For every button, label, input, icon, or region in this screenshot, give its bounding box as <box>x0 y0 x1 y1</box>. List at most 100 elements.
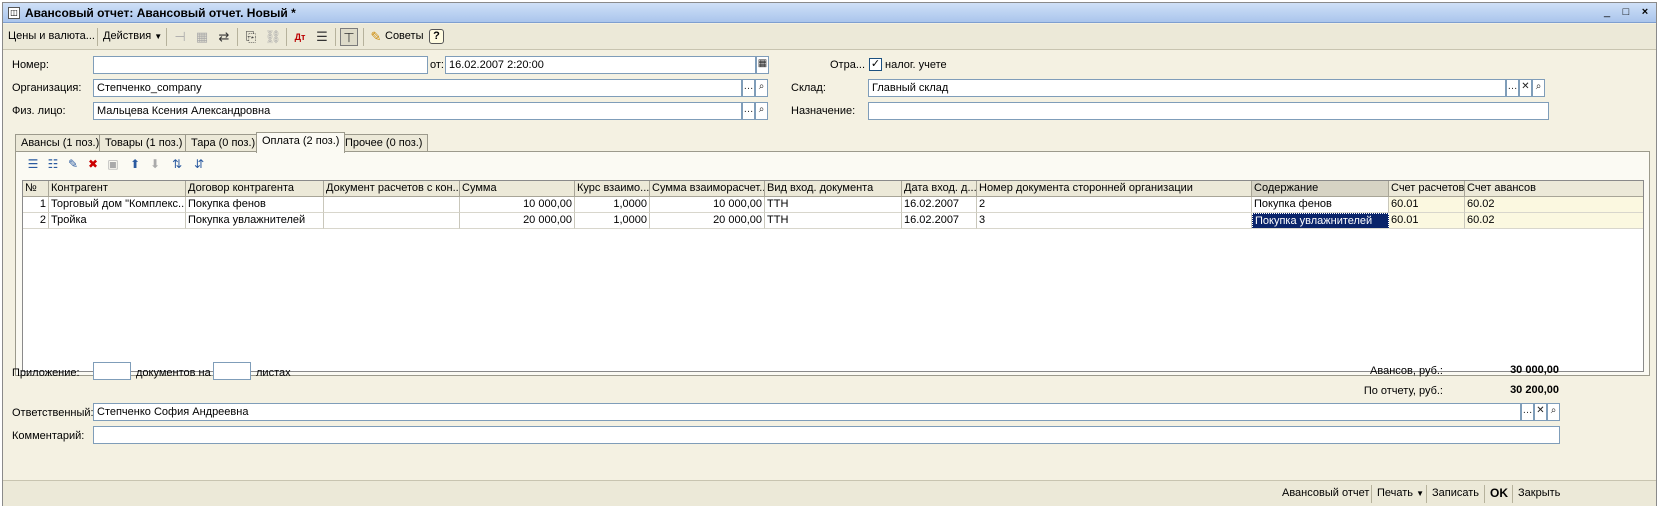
link-icon[interactable]: ⛓ <box>264 28 282 46</box>
ok-button[interactable]: OK <box>1490 486 1508 500</box>
prices-currency-button[interactable]: Цены и валюта... <box>8 30 95 42</box>
cell-advance-account[interactable]: 60.02 <box>1465 213 1643 229</box>
cell-sum[interactable]: 20 000,00 <box>460 213 575 229</box>
title-bar: ◫ Авансовый отчет: Авансовый отчет. Новы… <box>3 3 1656 23</box>
clear-icon[interactable]: ✕ <box>1534 403 1547 421</box>
cell-advance-account[interactable]: 60.02 <box>1465 197 1643 213</box>
save-button[interactable]: Записать <box>1432 487 1479 499</box>
search-icon[interactable]: ⌕ <box>1532 79 1545 97</box>
cell-ext-number[interactable]: 2 <box>977 197 1252 213</box>
reflect-label: Отра... <box>830 59 865 71</box>
warehouse-field[interactable]: Главный склад <box>868 79 1506 97</box>
cell-rate[interactable]: 1,0000 <box>575 197 650 213</box>
number-label: Номер: <box>12 59 49 71</box>
command-separator <box>1484 485 1485 503</box>
column-header-number[interactable]: № <box>23 181 49 197</box>
move-up-icon[interactable]: ⬆ <box>126 155 144 173</box>
add-row-icon[interactable]: ☰ <box>24 155 42 173</box>
date-field[interactable]: 16.02.2007 2:20:00 <box>445 56 756 74</box>
cell-settlement-account[interactable]: 60.01 <box>1389 197 1465 213</box>
comment-field[interactable] <box>93 426 1560 444</box>
calendar-icon[interactable]: ▦ <box>756 56 769 74</box>
cell-sum[interactable]: 10 000,00 <box>460 197 575 213</box>
cell-number: 1 <box>23 197 49 213</box>
delete-row-icon[interactable]: ✖ <box>84 155 102 173</box>
column-header-doc-date[interactable]: Дата вход. д... <box>902 181 977 197</box>
structure-icon[interactable]: ⊣ <box>171 28 189 46</box>
edit-row-icon[interactable]: ✎ <box>64 155 82 173</box>
table-row[interactable]: 1 Торговый дом "Комплекс... Покупка фено… <box>23 197 1643 213</box>
column-header-settlement-doc[interactable]: Документ расчетов с кон... <box>324 181 460 197</box>
cell-contract[interactable]: Покупка фенов <box>186 197 324 213</box>
close-window-button[interactable]: × <box>1637 6 1653 20</box>
column-header-advance-account[interactable]: Счет авансов <box>1465 181 1643 197</box>
cell-doc-type[interactable]: ТТН <box>765 197 902 213</box>
select-ellipsis-button[interactable]: … <box>1521 403 1534 421</box>
close-button[interactable]: Закрыть <box>1518 487 1560 499</box>
column-header-ext-number[interactable]: Номер документа сторонней организации <box>977 181 1252 197</box>
search-icon[interactable]: ⌕ <box>755 79 768 97</box>
column-header-settlement-sum[interactable]: Сумма взаиморасчет... <box>650 181 765 197</box>
sheets-count-field[interactable] <box>213 362 251 380</box>
cell-settlement-account[interactable]: 60.01 <box>1389 213 1465 229</box>
column-header-rate[interactable]: Курс взаимо... <box>575 181 650 197</box>
cell-number: 2 <box>23 213 49 229</box>
select-ellipsis-button[interactable]: … <box>1506 79 1519 97</box>
sort-asc-icon[interactable]: ⇅ <box>168 155 186 173</box>
select-ellipsis-button[interactable]: … <box>742 79 755 97</box>
cell-settlement-sum[interactable]: 20 000,00 <box>650 213 765 229</box>
minimize-button[interactable]: _ <box>1599 6 1615 20</box>
cell-settlement-doc[interactable] <box>324 197 460 213</box>
fill-icon[interactable]: ⎘ <box>242 28 260 46</box>
cell-settlement-doc[interactable] <box>324 213 460 229</box>
tips-button[interactable]: Советы <box>385 30 423 42</box>
search-icon[interactable]: ⌕ <box>755 102 768 120</box>
person-field[interactable]: Мальцева Ксения Александровна <box>93 102 742 120</box>
maximize-button[interactable]: □ <box>1618 6 1634 20</box>
column-header-contract[interactable]: Договор контрагента <box>186 181 324 197</box>
end-edit-icon[interactable]: ▣ <box>104 155 122 173</box>
tips-icon[interactable]: ✎ <box>367 28 385 46</box>
command-separator <box>1371 485 1372 503</box>
tab-payment[interactable]: Оплата (2 поз.) <box>256 132 346 153</box>
number-field[interactable] <box>93 56 428 74</box>
column-header-contractor[interactable]: Контрагент <box>49 181 186 197</box>
responsible-field[interactable]: Степченко София Андреевна <box>93 403 1521 421</box>
column-header-settlement-account[interactable]: Счет расчетов <box>1389 181 1465 197</box>
cell-doc-type[interactable]: ТТН <box>765 213 902 229</box>
cell-doc-date[interactable]: 16.02.2007 <box>902 213 977 229</box>
cell-content-selected[interactable]: Покупка увлажнителей <box>1252 213 1389 229</box>
copy-row-icon[interactable]: ☷ <box>44 155 62 173</box>
move-down-icon[interactable]: ⬇ <box>146 155 164 173</box>
cell-ext-number[interactable]: 3 <box>977 213 1252 229</box>
tree-view-icon[interactable]: ⊤ <box>340 28 358 46</box>
organization-field[interactable]: Степченко_company <box>93 79 742 97</box>
cell-contract[interactable]: Покупка увлажнителей <box>186 213 324 229</box>
column-header-doc-type[interactable]: Вид вход. документа <box>765 181 902 197</box>
cell-settlement-sum[interactable]: 10 000,00 <box>650 197 765 213</box>
help-button[interactable]: ? <box>429 29 444 44</box>
cell-content[interactable]: Покупка фенов <box>1252 197 1389 213</box>
select-ellipsis-button[interactable]: … <box>742 102 755 120</box>
actions-menu-button[interactable]: Действия ▼ <box>103 30 162 42</box>
refresh-icon[interactable]: ⇄ <box>215 28 233 46</box>
debit-credit-icon[interactable]: Дт <box>291 28 309 46</box>
column-header-sum[interactable]: Сумма <box>460 181 575 197</box>
table-row[interactable]: 2 Тройка Покупка увлажнителей 20 000,00 … <box>23 213 1643 229</box>
sheets-label: листах <box>256 367 291 379</box>
sort-desc-icon[interactable]: ⇵ <box>190 155 208 173</box>
cell-contractor[interactable]: Тройка <box>49 213 186 229</box>
print-menu-button[interactable]: Печать ▼ <box>1377 487 1424 499</box>
clear-icon[interactable]: ✕ <box>1519 79 1532 97</box>
cell-contractor[interactable]: Торговый дом "Комплекс... <box>49 197 186 213</box>
cell-rate[interactable]: 1,0000 <box>575 213 650 229</box>
purpose-field[interactable] <box>868 102 1549 120</box>
copy-doc-icon[interactable]: ▦ <box>193 28 211 46</box>
documents-count-field[interactable] <box>93 362 131 380</box>
cell-doc-date[interactable]: 16.02.2007 <box>902 197 977 213</box>
tax-accounting-checkbox[interactable]: ✓ <box>869 58 882 71</box>
search-icon[interactable]: ⌕ <box>1547 403 1560 421</box>
column-header-content[interactable]: Содержание <box>1252 181 1389 197</box>
advance-report-button[interactable]: Авансовый отчет <box>1282 487 1369 499</box>
report-icon[interactable]: ☰ <box>313 28 331 46</box>
